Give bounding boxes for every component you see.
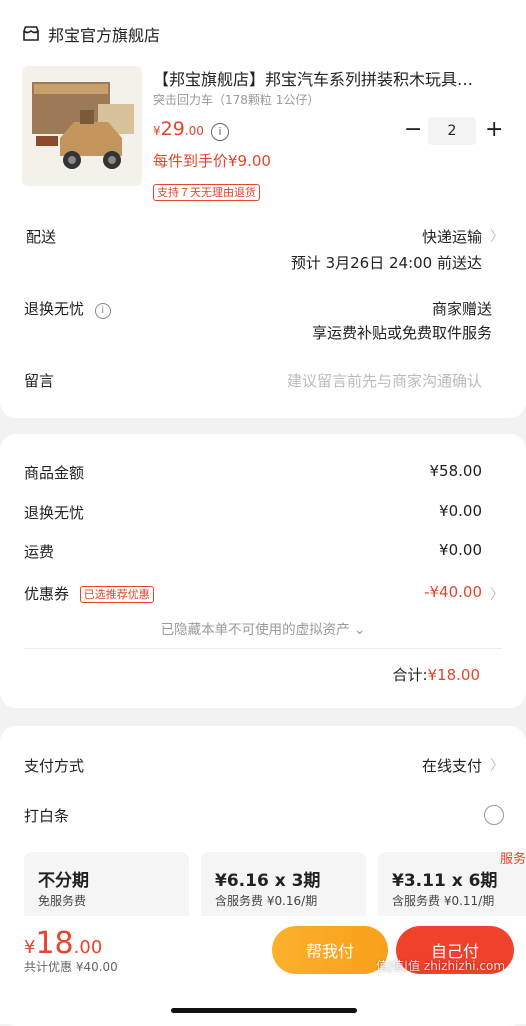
installment-badge: 服务 <box>499 852 526 867</box>
message-input[interactable]: 建议留言前先与商家沟通确认 <box>287 370 482 391</box>
quantity-stepper: − 2 + <box>398 117 508 145</box>
product-image[interactable] <box>22 66 142 186</box>
returns-fee-label: 退换无忧 <box>24 504 85 522</box>
coupon-value: -¥40.00 <box>424 583 482 601</box>
unit-price: 每件到手价¥9.00 <box>153 152 271 170</box>
hidden-assets-toggle[interactable]: 已隐藏本单不可使用的虚拟资产 ⌄ <box>0 618 526 638</box>
returns-label: 退换无忧 <box>24 300 85 318</box>
watermark: 值|值|值 zhizhizhi.com <box>376 959 506 973</box>
quantity-value[interactable]: 2 <box>428 117 476 145</box>
increase-button[interactable]: + <box>485 117 503 143</box>
help-pay-button[interactable]: 帮我付 <box>272 926 388 974</box>
goods-amount-label: 商品金额 <box>24 464 85 482</box>
returns-info-icon[interactable]: i <box>94 303 111 319</box>
message-label: 留言 <box>24 372 55 390</box>
footer-discount: 共计优惠 ¥40.00 <box>24 960 118 974</box>
total-label: 合计: <box>392 666 428 684</box>
store-name: 邦宝官方旗舰店 <box>48 26 161 45</box>
chevron-right-icon: 〉 <box>490 229 504 245</box>
coupon-tag: 已选推荐优惠 <box>79 586 154 603</box>
shipping-value: ¥0.00 <box>439 541 482 559</box>
returns-desc: 享运费补贴或免费取件服务 <box>311 324 492 342</box>
order-total: 合计:¥18.00 <box>392 664 480 685</box>
footer-price: ¥18.00 <box>24 926 103 961</box>
price-summary-card: 商品金额 ¥58.00 退换无忧 ¥0.00 运费 ¥0.00 优惠券 已选推荐… <box>0 434 526 708</box>
iou-radio[interactable] <box>484 805 504 825</box>
payment-method-value: 在线支付 <box>421 757 482 775</box>
returns-value: 商家赠送 <box>431 300 492 318</box>
order-item-card: 邦宝官方旗舰店 【邦宝旗舰店】邦宝汽车系列拼装积木玩具… 突击回力车（178颗粒… <box>0 0 526 418</box>
chevron-down-icon: ⌄ <box>353 622 366 638</box>
return-policy-tag: 支持７天无理由退货 <box>153 184 260 201</box>
chevron-right-icon: 〉 <box>490 587 504 603</box>
summary-divider <box>24 648 502 649</box>
store-header[interactable]: 邦宝官方旗舰店 <box>22 22 160 46</box>
goods-amount-row: 商品金额 ¥58.00 <box>24 462 490 483</box>
total-value: ¥18.00 <box>427 666 481 684</box>
chevron-right-icon: 〉 <box>490 758 504 774</box>
goods-amount-value: ¥58.00 <box>429 462 483 480</box>
payment-method-label: 支付方式 <box>24 757 85 775</box>
return-policy-wrap: 支持７天无理由退货 <box>153 181 260 201</box>
iou-label: 打白条 <box>24 807 70 825</box>
delivery-method: 快递运输 <box>421 228 482 246</box>
shipping-row: 运费 ¥0.00 <box>24 541 490 562</box>
delivery-eta: 预计 3月26日 24:00 前送达 <box>290 254 482 272</box>
coupon-row[interactable]: 优惠券 已选推荐优惠 -¥40.00 〉 <box>24 583 504 604</box>
product-price: ¥29.00 <box>153 118 204 140</box>
delivery-label: 配送 <box>26 228 57 246</box>
message-row: 留言 建议留言前先与商家沟通确认 <box>24 370 490 392</box>
decrease-button[interactable]: − <box>404 117 422 143</box>
home-indicator <box>171 1008 357 1013</box>
iou-row: 打白条 <box>24 805 490 826</box>
product-title[interactable]: 【邦宝旗舰店】邦宝汽车系列拼装积木玩具… <box>153 66 503 90</box>
price-info-icon[interactable]: i <box>211 123 229 141</box>
product-spec[interactable]: 突击回力车（178颗粒 1公仔） <box>153 91 319 108</box>
returns-fee-row: 退换无忧 ¥0.00 <box>24 502 490 523</box>
returns-fee-value: ¥0.00 <box>439 502 482 520</box>
store-icon <box>22 25 40 43</box>
shipping-label: 运费 <box>24 543 55 561</box>
delivery-row[interactable]: 配送 快递运输 〉 预计 3月26日 24:00 前送达 <box>24 226 504 272</box>
payment-method-row[interactable]: 支付方式 在线支付 〉 <box>24 755 504 776</box>
coupon-label: 优惠券 <box>24 585 70 603</box>
returns-row: 退换无忧 i 商家赠送 享运费补贴或免费取件服务 <box>24 298 492 346</box>
hidden-assets-note: 已隐藏本单不可使用的虚拟资产 <box>160 622 350 638</box>
